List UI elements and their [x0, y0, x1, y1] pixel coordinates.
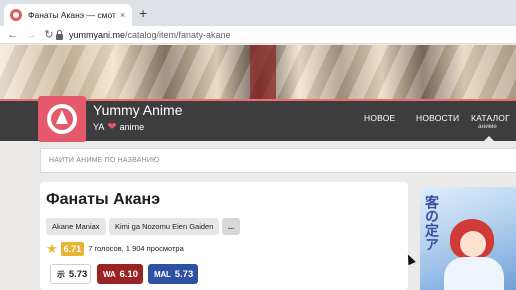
search-input[interactable] [49, 157, 516, 164]
browser-tab[interactable]: Фанаты Аканэ — смотреть онлайн × [4, 4, 132, 26]
url-path: /catalog/item/fanaty-akane [125, 30, 231, 40]
anime-title: Фанаты Аканэ [46, 191, 161, 208]
tagline-prefix: YA [93, 122, 105, 132]
rating-row: ★ 6.71 7 голосов, 1 904 просмотра [46, 241, 184, 256]
shikimori-score[interactable]: 示 5.73 [50, 264, 91, 284]
lock-icon [56, 29, 63, 40]
anime-poster[interactable]: 客の定ア [420, 187, 516, 290]
banner-figure [250, 45, 276, 99]
mal-icon: MAL [154, 269, 171, 279]
rating-meta: 7 голосов, 1 904 просмотра [88, 244, 184, 253]
back-button[interactable]: ← [4, 27, 22, 43]
site-favicon-icon [10, 9, 22, 21]
world-art-score-value: 6.10 [119, 268, 139, 280]
poster-lettering: 客の定ア [424, 195, 440, 251]
rating-value: 6.71 [60, 241, 85, 256]
browser-tabstrip: Фанаты Аканэ — смотреть онлайн × + [0, 0, 516, 26]
nav-catalog-sublabel: аниме [478, 123, 497, 130]
logo-mark-icon [47, 104, 77, 134]
alt-title-tag[interactable]: Kimi ga Nozomu Eien Gaiden [109, 218, 220, 235]
poster-figure-body [444, 257, 504, 290]
site-logo[interactable] [38, 96, 86, 142]
tab-title: Фанаты Аканэ — смотреть онлайн [28, 10, 116, 20]
close-tab-icon[interactable]: × [120, 10, 125, 20]
alt-title-tag[interactable]: Akane Maniax [46, 218, 106, 235]
more-alt-titles-button[interactable]: ... [222, 218, 241, 235]
shikimori-icon: 示 [57, 269, 65, 279]
nav-news[interactable]: НОВОСТИ [416, 113, 459, 123]
active-nav-caret [484, 136, 494, 141]
shikimori-score-value: 5.73 [68, 268, 88, 280]
address-bar[interactable]: yummyani.me/catalog/item/fanaty-akane [56, 27, 516, 43]
star-icon: ★ [46, 241, 58, 256]
site-tagline: YA ❤ anime [93, 121, 145, 133]
heart-icon: ❤ [107, 121, 117, 133]
nav-catalog[interactable]: КАТАЛОГ [471, 113, 510, 123]
world-art-score[interactable]: WA 6.10 [97, 264, 143, 284]
mal-score-value: 5.73 [174, 268, 194, 280]
poster-figure-face [460, 231, 486, 257]
site-name[interactable]: Yummy Anime [93, 102, 182, 118]
tagline-suffix: anime [119, 122, 145, 132]
browser-toolbar: ← → ↻ yummyani.me/catalog/item/fanaty-ak… [0, 26, 516, 44]
search-box [40, 148, 516, 173]
forward-button[interactable]: → [22, 27, 40, 43]
header-banner-image [0, 45, 516, 99]
mal-score[interactable]: MAL 5.73 [148, 264, 198, 284]
world-art-icon: WA [103, 269, 116, 279]
new-tab-button[interactable]: + [139, 5, 147, 21]
url-host: yummyani.me [69, 30, 126, 40]
nav-new[interactable]: НОВОЕ [364, 113, 395, 123]
